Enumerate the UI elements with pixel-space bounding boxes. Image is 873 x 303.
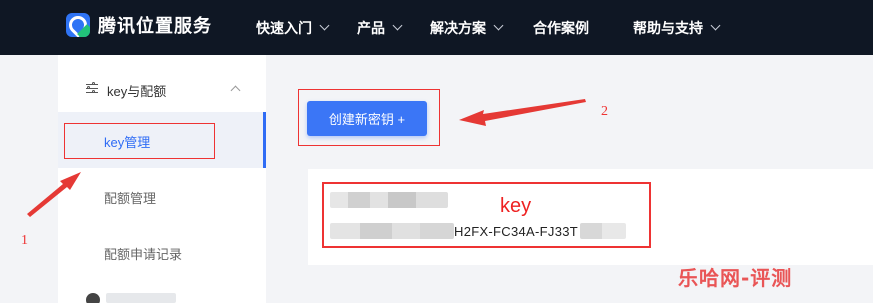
sidebar-next-group-label bbox=[106, 293, 176, 303]
sidebar-group-label: key与配额 bbox=[107, 84, 167, 99]
sidebar-item-label: 配额申请记录 bbox=[104, 247, 183, 262]
chevron-down-icon bbox=[710, 20, 721, 31]
filter-icon bbox=[86, 82, 98, 94]
sidebar-item-label: 配额管理 bbox=[104, 191, 157, 206]
chevron-down-icon bbox=[319, 20, 330, 31]
nav-label: 帮助与支持 bbox=[633, 19, 703, 36]
sidebar-next-group-icon bbox=[86, 293, 100, 303]
sidebar-group-key-quota[interactable]: key与配额 bbox=[58, 75, 266, 103]
chevron-up-icon[interactable] bbox=[230, 85, 241, 96]
top-nav-bar: 腾讯位置服务 快速入门 产品 解决方案 合作案例 帮助与支持 bbox=[0, 0, 873, 55]
watermark: 乐哈网-评测 bbox=[678, 266, 793, 290]
nav-label: 合作案例 bbox=[533, 19, 589, 36]
chevron-down-icon bbox=[493, 20, 504, 31]
annotation-key-label: key bbox=[500, 195, 532, 217]
sidebar: key与配额 key管理 配额管理 配额申请记录 bbox=[58, 55, 266, 303]
nav-label: 快速入门 bbox=[256, 19, 312, 36]
brand-logo[interactable]: 腾讯位置服务 bbox=[66, 12, 212, 38]
annotation-box-key-management bbox=[64, 123, 215, 159]
annotation-number-1: 1 bbox=[21, 233, 28, 248]
nav-label: 解决方案 bbox=[430, 19, 486, 36]
sidebar-item-quota-management[interactable]: 配额管理 bbox=[58, 168, 266, 224]
annotation-arrow-2 bbox=[459, 99, 586, 126]
nav-item-quickstart[interactable]: 快速入门 bbox=[256, 0, 330, 55]
active-indicator bbox=[263, 112, 266, 168]
brand-name: 腾讯位置服务 bbox=[98, 16, 212, 36]
chevron-down-icon bbox=[392, 20, 403, 31]
nav-label: 产品 bbox=[357, 19, 385, 36]
nav-item-help[interactable]: 帮助与支持 bbox=[633, 0, 721, 55]
annotation-box-key bbox=[322, 182, 651, 248]
nav-item-cases[interactable]: 合作案例 bbox=[533, 0, 589, 55]
annotation-box-create-button bbox=[298, 89, 440, 146]
nav-item-solutions[interactable]: 解决方案 bbox=[430, 0, 504, 55]
nav-item-products[interactable]: 产品 bbox=[357, 0, 403, 55]
annotation-number-2: 2 bbox=[601, 104, 608, 119]
location-logo-icon bbox=[66, 13, 90, 37]
sidebar-item-quota-requests[interactable]: 配额申请记录 bbox=[58, 224, 266, 280]
